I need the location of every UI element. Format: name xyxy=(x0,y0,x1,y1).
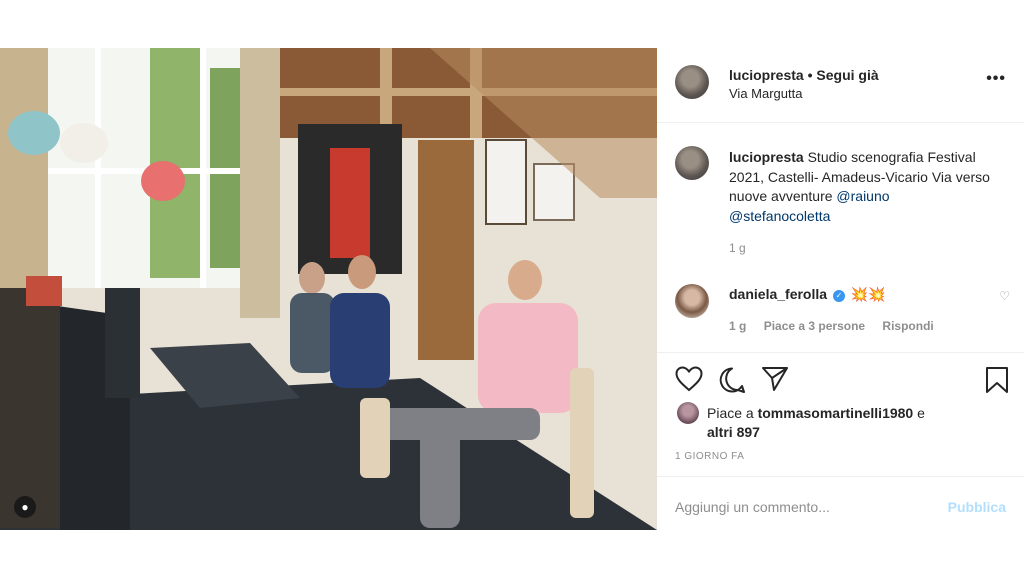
comment-icon[interactable] xyxy=(718,366,746,394)
more-horizontal-icon[interactable]: ••• xyxy=(986,70,1006,88)
author-username[interactable]: luciopresta xyxy=(729,67,804,83)
share-icon[interactable] xyxy=(761,366,789,392)
likes-prefix: Piace a xyxy=(707,405,758,421)
post-photo[interactable]: ● xyxy=(0,48,657,530)
commenter-username[interactable]: daniela_ferolla xyxy=(729,286,827,302)
divider xyxy=(657,352,1024,353)
comment-meta: 1 g Piace a 3 persone Rispondi xyxy=(729,319,948,333)
comment-text: daniela_ferolla ✓ 💥💥 xyxy=(729,285,886,304)
author-avatar[interactable] xyxy=(675,65,709,99)
caption-time: 1 g xyxy=(729,241,746,255)
likes-others-link[interactable]: altri 897 xyxy=(707,424,760,440)
reply-button[interactable]: Rispondi xyxy=(882,319,933,333)
mention-stefanocoletta[interactable]: @stefanocoletta xyxy=(729,208,830,224)
liker-username[interactable]: tommasomartinelli1980 xyxy=(758,405,914,421)
tagged-user-icon[interactable]: ● xyxy=(14,496,36,518)
commenter-avatar[interactable] xyxy=(675,284,709,318)
heart-icon[interactable] xyxy=(675,366,703,392)
studio-photo xyxy=(0,48,657,530)
author-line: luciopresta • Segui già xyxy=(729,67,879,83)
likes-middle: e xyxy=(913,405,925,421)
publish-button[interactable]: Pubblica xyxy=(948,499,1006,515)
caption-avatar[interactable] xyxy=(675,146,709,180)
comment-input[interactable]: Aggiungi un commento... xyxy=(675,499,830,515)
comment-body: 💥💥 xyxy=(850,286,886,302)
follow-status-button[interactable]: Segui già xyxy=(816,67,878,83)
add-comment-bar: Aggiungi un commento... Pubblica xyxy=(657,476,1024,531)
comment-time: 1 g xyxy=(729,319,747,333)
separator-dot: • xyxy=(803,67,817,83)
mention-raiuno[interactable]: @raiuno xyxy=(836,188,889,204)
post-header: luciopresta • Segui già Via Margutta ••• xyxy=(657,48,1024,123)
bookmark-icon[interactable] xyxy=(985,366,1009,394)
verified-badge-icon: ✓ xyxy=(832,290,845,302)
comment-likes-link[interactable]: Piace a 3 persone xyxy=(764,319,865,333)
liker-avatar[interactable] xyxy=(677,402,699,424)
location-link[interactable]: Via Margutta xyxy=(729,86,802,101)
comment-like-icon[interactable]: ♡ xyxy=(999,289,1010,303)
instagram-post: ● luciopresta • Segui già Via Margutta •… xyxy=(0,48,1024,530)
caption-text: luciopresta Studio scenografia Festival … xyxy=(729,148,1014,226)
caption-username[interactable]: luciopresta xyxy=(729,149,804,165)
post-timestamp[interactable]: 1 GIORNO FA xyxy=(675,451,744,462)
post-sidebar: luciopresta • Segui già Via Margutta •••… xyxy=(657,48,1024,530)
likes-text: Piace a tommasomartinelli1980 e altri 89… xyxy=(707,404,1007,442)
